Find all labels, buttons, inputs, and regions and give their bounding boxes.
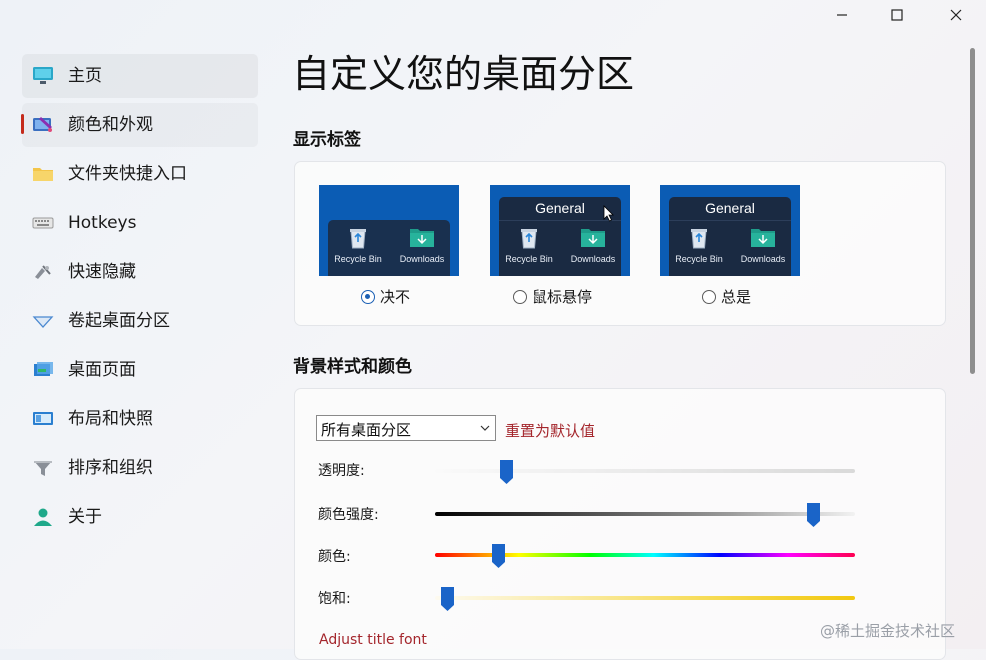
adjust-title-font-link[interactable]: Adjust title font [319, 632, 427, 648]
sidebar-item-hotkeys[interactable]: Hotkeys [22, 201, 258, 245]
sidebar-item-label: 主页 [68, 66, 102, 86]
mouse-cursor-icon [603, 205, 614, 222]
sidebar-item-about[interactable]: 关于 [22, 495, 258, 539]
funnel-icon [34, 461, 52, 476]
downloads-folder-icon: Downloads [571, 226, 615, 264]
saturation-slider-track[interactable] [435, 596, 855, 600]
sidebar-item-label: 关于 [68, 507, 102, 527]
sidebar-item-label: 桌面页面 [68, 360, 136, 380]
scrollbar-thumb[interactable] [970, 48, 975, 374]
radio-never[interactable]: 决不 [361, 286, 410, 307]
sidebar-item-label: 布局和快照 [68, 409, 153, 429]
monitor-icon [33, 67, 53, 84]
sidebar-item-label: 卷起桌面分区 [68, 311, 170, 331]
color-label: 颜色: [318, 549, 351, 565]
downloads-folder-icon: Downloads [400, 226, 444, 264]
pages-icon [34, 362, 53, 376]
maximize-icon [891, 9, 903, 21]
fence-title: General [705, 200, 755, 216]
radio-button[interactable] [702, 289, 716, 304]
sidebar-item-label: 快速隐藏 [68, 262, 136, 282]
radio-button[interactable] [513, 289, 527, 304]
person-icon [34, 508, 52, 526]
sidebar-item-quick-hide[interactable]: 快速隐藏 [22, 250, 258, 294]
fence-scope-dropdown[interactable]: 所有桌面分区 [316, 415, 496, 441]
saturation-slider-thumb[interactable] [441, 587, 455, 611]
sidebar-item-home[interactable]: 主页 [22, 54, 258, 98]
recycle-bin-icon: Recycle Bin [505, 226, 553, 264]
page-title: 自定义您的桌面分区 [292, 52, 635, 96]
sidebar-item-label: 文件夹快捷入口 [68, 164, 187, 184]
selection-indicator [21, 114, 24, 134]
maximize-button[interactable] [874, 0, 920, 30]
radio-label: 决不 [380, 288, 411, 306]
sidebar-item-sort-organize[interactable]: 排序和组织 [22, 446, 258, 490]
watermark: @稀土掘金技术社区 [820, 622, 956, 640]
chevron-down-icon [480, 425, 490, 431]
preview-never[interactable]: Recycle Bin Downloads [319, 185, 459, 276]
folder-icon [33, 168, 53, 181]
transparency-slider-thumb[interactable] [499, 460, 513, 484]
color-intensity-slider-thumb[interactable] [806, 503, 820, 527]
rollup-icon [32, 316, 54, 328]
fence-preview: Recycle Bin Downloads [328, 220, 450, 276]
radio-label: 总是 [721, 288, 752, 306]
sidebar-item-appearance[interactable]: 颜色和外观 [22, 103, 258, 147]
sidebar-item-rollup[interactable]: 卷起桌面分区 [22, 299, 258, 343]
radio-button[interactable] [361, 289, 375, 304]
labels-section-heading: 显示标签 [293, 130, 361, 150]
recycle-bin-icon: Recycle Bin [675, 226, 723, 264]
color-intensity-label: 颜色强度: [318, 507, 379, 523]
transparency-label: 透明度: [318, 463, 365, 479]
transparency-slider-track[interactable] [435, 469, 855, 473]
preview-hover[interactable]: General Recycle Bin Downloads [490, 185, 630, 276]
dropdown-value: 所有桌面分区 [321, 421, 412, 439]
sidebar-item-layout-snapshots[interactable]: 布局和快照 [22, 397, 258, 441]
radio-hover[interactable]: 鼠标悬停 [513, 286, 592, 307]
fence-preview: General Recycle Bin Downloads [669, 197, 791, 276]
sidebar-item-label: 颜色和外观 [68, 115, 153, 135]
minimize-button[interactable] [819, 0, 865, 30]
sidebar-item-desktop-pages[interactable]: 桌面页面 [22, 348, 258, 392]
keyboard-icon [32, 217, 54, 229]
minimize-icon [837, 14, 847, 16]
sidebar-item-label: 排序和组织 [68, 458, 153, 478]
radio-label: 鼠标悬停 [532, 288, 593, 306]
paint-monitor-icon [33, 117, 52, 132]
color-slider-thumb[interactable] [491, 544, 505, 568]
reset-default-link[interactable]: 重置为默认值 [505, 420, 595, 441]
sidebar-item-folder-shortcuts[interactable]: 文件夹快捷入口 [22, 152, 258, 196]
preview-always[interactable]: General Recycle Bin Downloads [660, 185, 800, 276]
saturation-label: 饱和: [318, 591, 351, 607]
downloads-folder-icon: Downloads [741, 226, 785, 264]
sidebar-item-label: Hotkeys [68, 213, 137, 233]
layout-icon [33, 412, 53, 425]
recycle-bin-icon: Recycle Bin [334, 226, 382, 264]
close-button[interactable] [933, 0, 979, 30]
hide-icon [35, 265, 51, 279]
background-section-heading: 背景样式和颜色 [293, 357, 412, 377]
color-intensity-slider-track[interactable] [435, 512, 855, 516]
radio-always[interactable]: 总是 [702, 286, 751, 307]
close-icon [950, 9, 962, 21]
